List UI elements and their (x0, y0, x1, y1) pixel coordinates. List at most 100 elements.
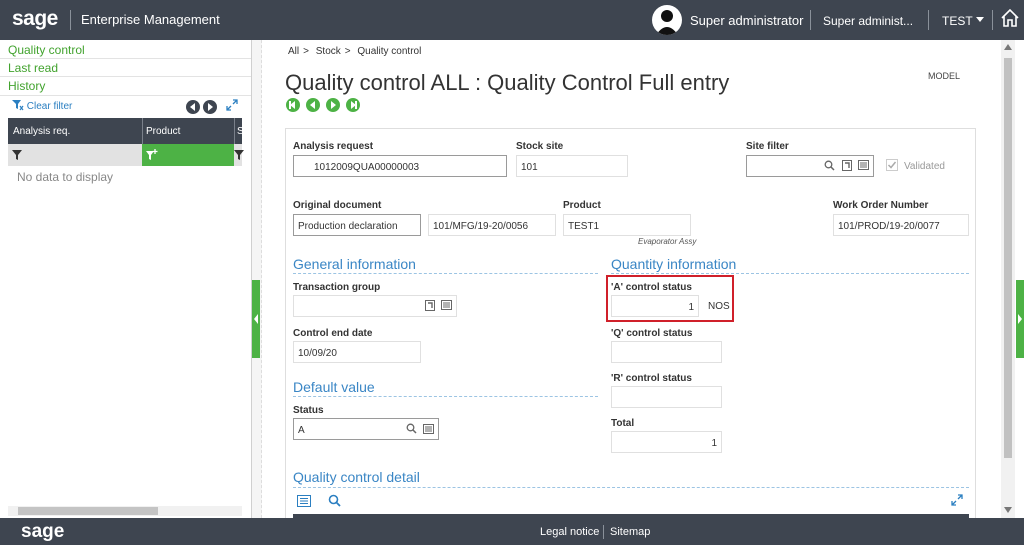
breadcrumb-current: Quality control (357, 46, 422, 57)
sage-logo: sage (21, 521, 65, 542)
role-menu[interactable]: Super administ... (823, 14, 913, 28)
site-filter-label: Site filter (746, 141, 789, 152)
collapse-left-panel-handle[interactable] (252, 280, 260, 358)
search-icon[interactable] (328, 494, 341, 507)
folder-selector[interactable]: TEST (942, 14, 973, 28)
app-name: Enterprise Management (81, 12, 220, 27)
left-link-history[interactable]: History (8, 79, 45, 93)
total-label: Total (611, 418, 635, 429)
product-field[interactable]: TEST1 (563, 214, 691, 236)
scrollbar-thumb[interactable] (1004, 58, 1012, 458)
home-icon[interactable] (1000, 8, 1020, 31)
table-view-icon[interactable] (297, 495, 311, 507)
r-control-status-field[interactable] (611, 386, 722, 408)
chevron-right-icon: > (344, 46, 351, 57)
header-divider (70, 10, 71, 30)
main-content: All > Stock > Quality control Quality cont… (262, 40, 1000, 520)
column-divider[interactable] (142, 118, 143, 144)
clear-filter-label: Clear filter (26, 101, 73, 112)
site-filter-field[interactable] (746, 155, 874, 177)
top-bar: sage Enterprise Management Super adminis… (0, 0, 1024, 40)
clear-filter-link[interactable]: Clear filter (12, 100, 72, 112)
previous-record-icon[interactable] (306, 98, 320, 112)
filter-icon[interactable] (234, 150, 244, 160)
first-record-icon[interactable] (286, 98, 300, 112)
list-icon[interactable] (423, 424, 434, 434)
breadcrumb: All > Stock > Quality control (288, 46, 425, 57)
stock-site-label: Stock site (516, 141, 564, 152)
expand-icon[interactable] (951, 494, 963, 506)
work-order-label: Work Order Number (833, 200, 929, 211)
original-document-label: Original document (293, 200, 382, 211)
left-link-quality-control[interactable]: Quality control (8, 43, 85, 57)
stock-site-field[interactable]: 101 (516, 155, 628, 177)
general-information-title: General information (293, 256, 416, 272)
scrollbar-thumb[interactable] (18, 507, 158, 515)
total-field: 1 (611, 431, 722, 453)
status-label: Status (293, 405, 324, 416)
horizontal-scrollbar[interactable] (8, 506, 242, 516)
vertical-scrollbar[interactable] (1001, 40, 1015, 518)
entry-form: Analysis request 1012009QUA00000003 Stoc… (285, 128, 976, 520)
header-divider (810, 10, 811, 30)
previous-page-icon[interactable] (186, 100, 200, 114)
column-divider[interactable] (234, 118, 235, 144)
analysis-request-field[interactable]: 1012009QUA00000003 (293, 155, 507, 177)
status-field[interactable]: A (293, 418, 439, 440)
expand-right-panel-handle[interactable] (1016, 280, 1024, 358)
control-end-date-label: Control end date (293, 328, 373, 339)
jump-to-icon[interactable] (425, 300, 435, 311)
breadcrumb-all[interactable]: All (288, 46, 299, 57)
highlight-box (606, 275, 734, 322)
search-icon[interactable] (406, 423, 417, 434)
analysis-request-label: Analysis request (293, 141, 374, 152)
q-control-status-label: 'Q' control status (611, 328, 693, 339)
user-name[interactable]: Super administrator (690, 13, 803, 28)
last-record-icon[interactable] (346, 98, 360, 112)
default-value-title: Default value (293, 379, 375, 395)
user-avatar-icon[interactable] (652, 5, 682, 35)
footer: sage Legal notice Sitemap (0, 518, 1024, 545)
work-order-field[interactable]: 101/PROD/19-20/0077 (833, 214, 969, 236)
filter-icon[interactable] (12, 150, 22, 160)
list-icon[interactable] (441, 300, 452, 310)
scroll-up-icon[interactable] (1004, 44, 1012, 50)
filter-add-icon (146, 149, 158, 160)
transaction-group-label: Transaction group (293, 282, 381, 293)
quantity-information-title: Quantity information (611, 256, 737, 272)
legal-notice-link[interactable]: Legal notice (540, 526, 599, 538)
breadcrumb-stock[interactable]: Stock (316, 46, 341, 57)
sitemap-link[interactable]: Sitemap (610, 526, 650, 538)
filter-clear-icon (12, 100, 24, 111)
column-analysis-req[interactable]: Analysis req. (13, 126, 70, 137)
left-link-last-read[interactable]: Last read (8, 61, 58, 75)
list-icon[interactable] (858, 160, 869, 170)
original-document-type-field[interactable]: Production declaration (293, 214, 421, 236)
next-record-icon[interactable] (326, 98, 340, 112)
left-panel: Quality control Last read History Clear … (0, 40, 252, 518)
original-document-number-field[interactable]: 101/MFG/19-20/0056 (428, 214, 556, 236)
scroll-down-icon[interactable] (1004, 507, 1012, 513)
active-filter-cell[interactable] (142, 144, 234, 166)
model-label: MODEL (928, 71, 961, 81)
header-divider (992, 10, 993, 30)
control-end-date-field[interactable]: 10/09/20 (293, 341, 421, 363)
quality-control-detail-title: Quality control detail (293, 469, 420, 485)
divider (0, 95, 251, 96)
search-icon[interactable] (824, 160, 835, 171)
column-st[interactable]: St (237, 126, 242, 137)
sage-logo[interactable]: sage (12, 7, 58, 31)
chevron-down-icon[interactable] (976, 17, 984, 22)
expand-icon[interactable] (226, 99, 238, 114)
next-page-icon[interactable] (203, 100, 217, 114)
empty-grid-message: No data to display (17, 170, 114, 184)
grid-filter-row (8, 144, 244, 166)
validated-checkbox-icon[interactable] (886, 159, 898, 171)
q-control-status-field[interactable] (611, 341, 722, 363)
divider (0, 76, 251, 77)
section-divider (293, 396, 598, 397)
panel-gutter (252, 40, 262, 518)
validated-label: Validated (904, 161, 945, 172)
column-product[interactable]: Product (146, 126, 180, 137)
jump-to-icon[interactable] (842, 160, 852, 171)
